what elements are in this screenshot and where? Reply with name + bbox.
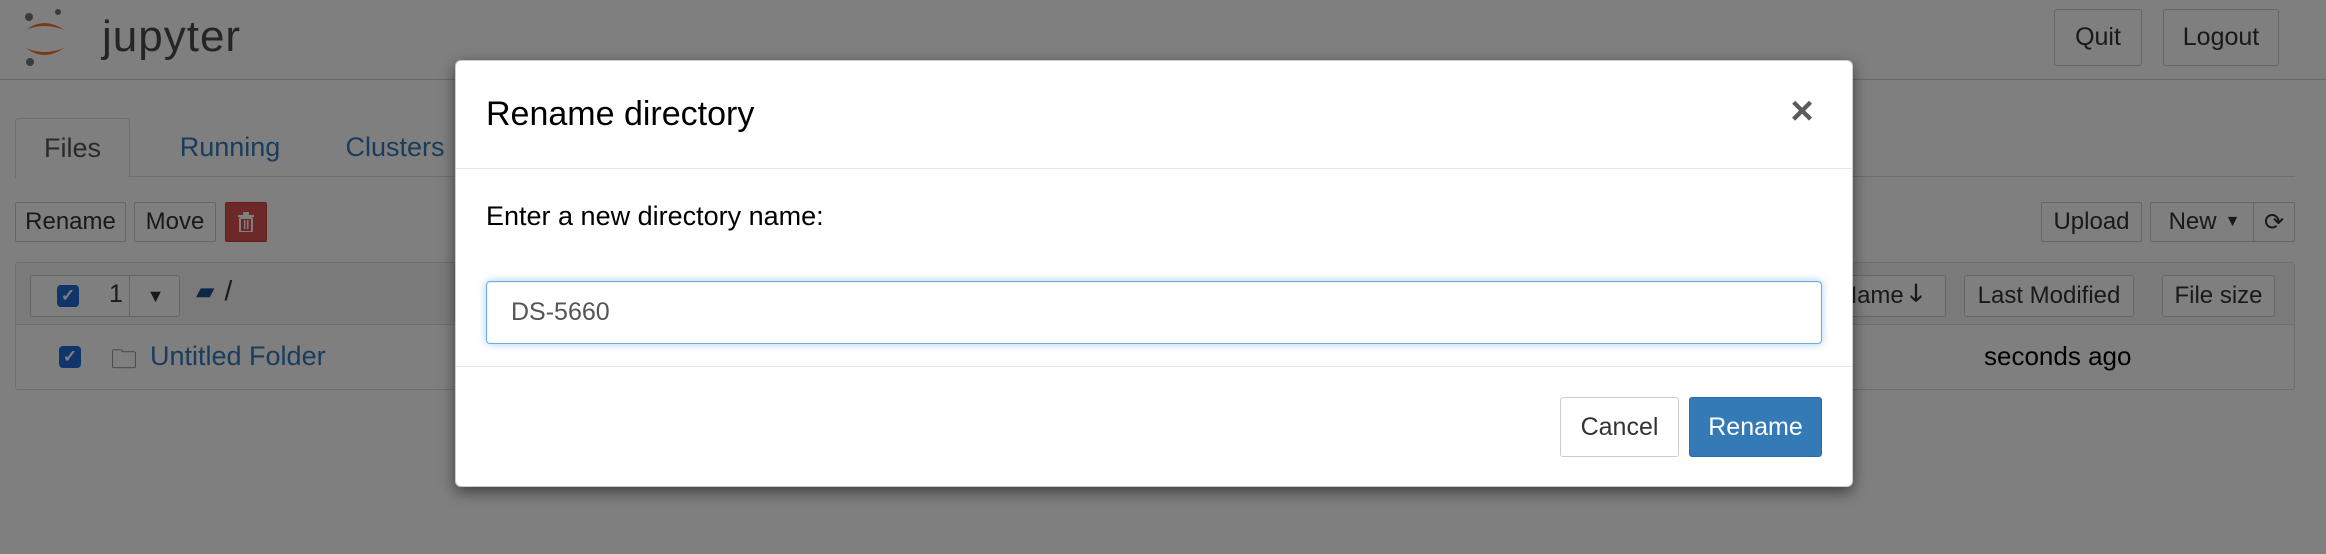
modal-footer: Cancel Rename — [456, 366, 1852, 486]
modal-header: Rename directory × — [456, 61, 1852, 169]
cancel-button[interactable]: Cancel — [1560, 397, 1679, 457]
prompt-label: Enter a new directory name: — [486, 201, 824, 231]
rename-button[interactable]: Rename — [1689, 397, 1822, 457]
close-icon[interactable]: × — [1782, 91, 1822, 131]
modal-title: Rename directory — [486, 95, 755, 133]
directory-name-input[interactable] — [486, 281, 1822, 344]
rename-directory-dialog: Rename directory × Enter a new directory… — [455, 60, 1853, 487]
